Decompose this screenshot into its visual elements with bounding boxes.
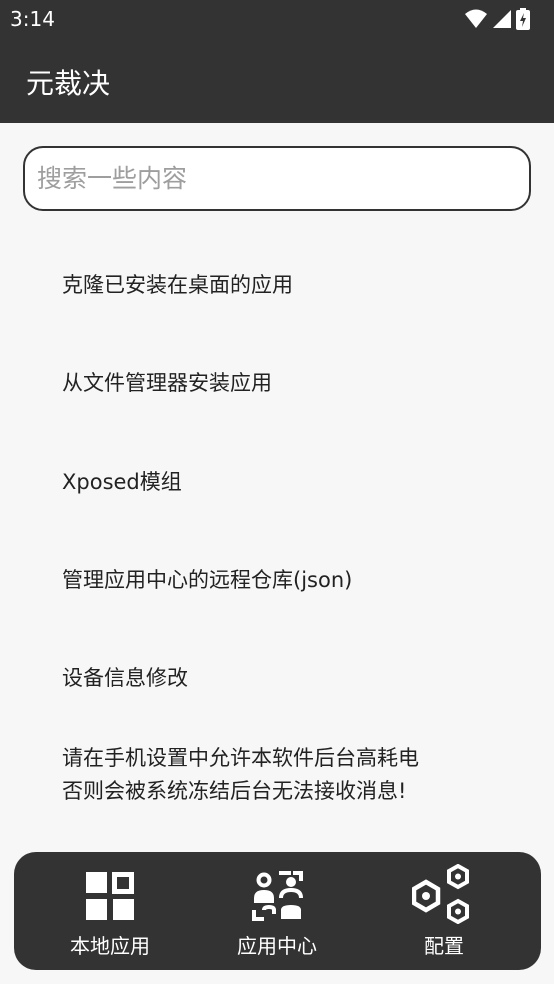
search-input[interactable] [37,156,517,200]
battery-icon [516,8,530,30]
menu-item-label: 克隆已安装在桌面的应用 [62,273,293,297]
hexagon-settings-icon [412,864,469,924]
menu-item-install-from-file-manager[interactable]: 从文件管理器安装应用 [0,334,554,430]
notice-line-1: 请在手机设置中允许本软件后台高耗电 [62,746,419,770]
status-icons [464,8,544,30]
menu-item-label: 设备信息修改 [62,666,188,690]
nav-local-apps[interactable]: 本地应用 [22,852,198,970]
menu-item-xposed-modules[interactable]: Xposed模组 [0,433,554,529]
grid-icon [86,872,134,920]
background-power-notice[interactable]: 请在手机设置中允许本软件后台高耗电 否则会被系统冻结后台无法接收消息! [62,742,532,808]
nav-label-settings: 配置 [424,934,464,958]
menu-item-label: Xposed模组 [62,470,182,494]
nav-label-app-center: 应用中心 [237,934,317,958]
signal-icon [493,10,511,28]
menu-item-label: 管理应用中心的远程仓库(json) [62,568,353,592]
status-bar: 3:14 [0,0,554,38]
status-time: 3:14 [10,7,55,31]
app-center-icon [252,871,303,921]
search-box[interactable] [23,146,531,211]
nav-app-center[interactable]: 应用中心 [189,852,365,970]
bottom-navigation: 本地应用 应用中心 配置 [14,852,541,970]
nav-label-local-apps: 本地应用 [70,934,150,958]
menu-item-device-info[interactable]: 设备信息修改 [0,629,554,725]
wifi-icon [465,9,487,28]
app-title: 元裁决 [26,67,111,100]
nav-settings[interactable]: 配置 [356,852,532,970]
menu-item-label: 从文件管理器安装应用 [62,371,272,395]
app-bar: 元裁决 [0,38,554,123]
notice-line-2: 否则会被系统冻结后台无法接收消息! [62,779,407,803]
menu-item-remote-repository[interactable]: 管理应用中心的远程仓库(json) [0,531,554,627]
menu-item-clone-desktop-app[interactable]: 克隆已安装在桌面的应用 [0,236,554,332]
